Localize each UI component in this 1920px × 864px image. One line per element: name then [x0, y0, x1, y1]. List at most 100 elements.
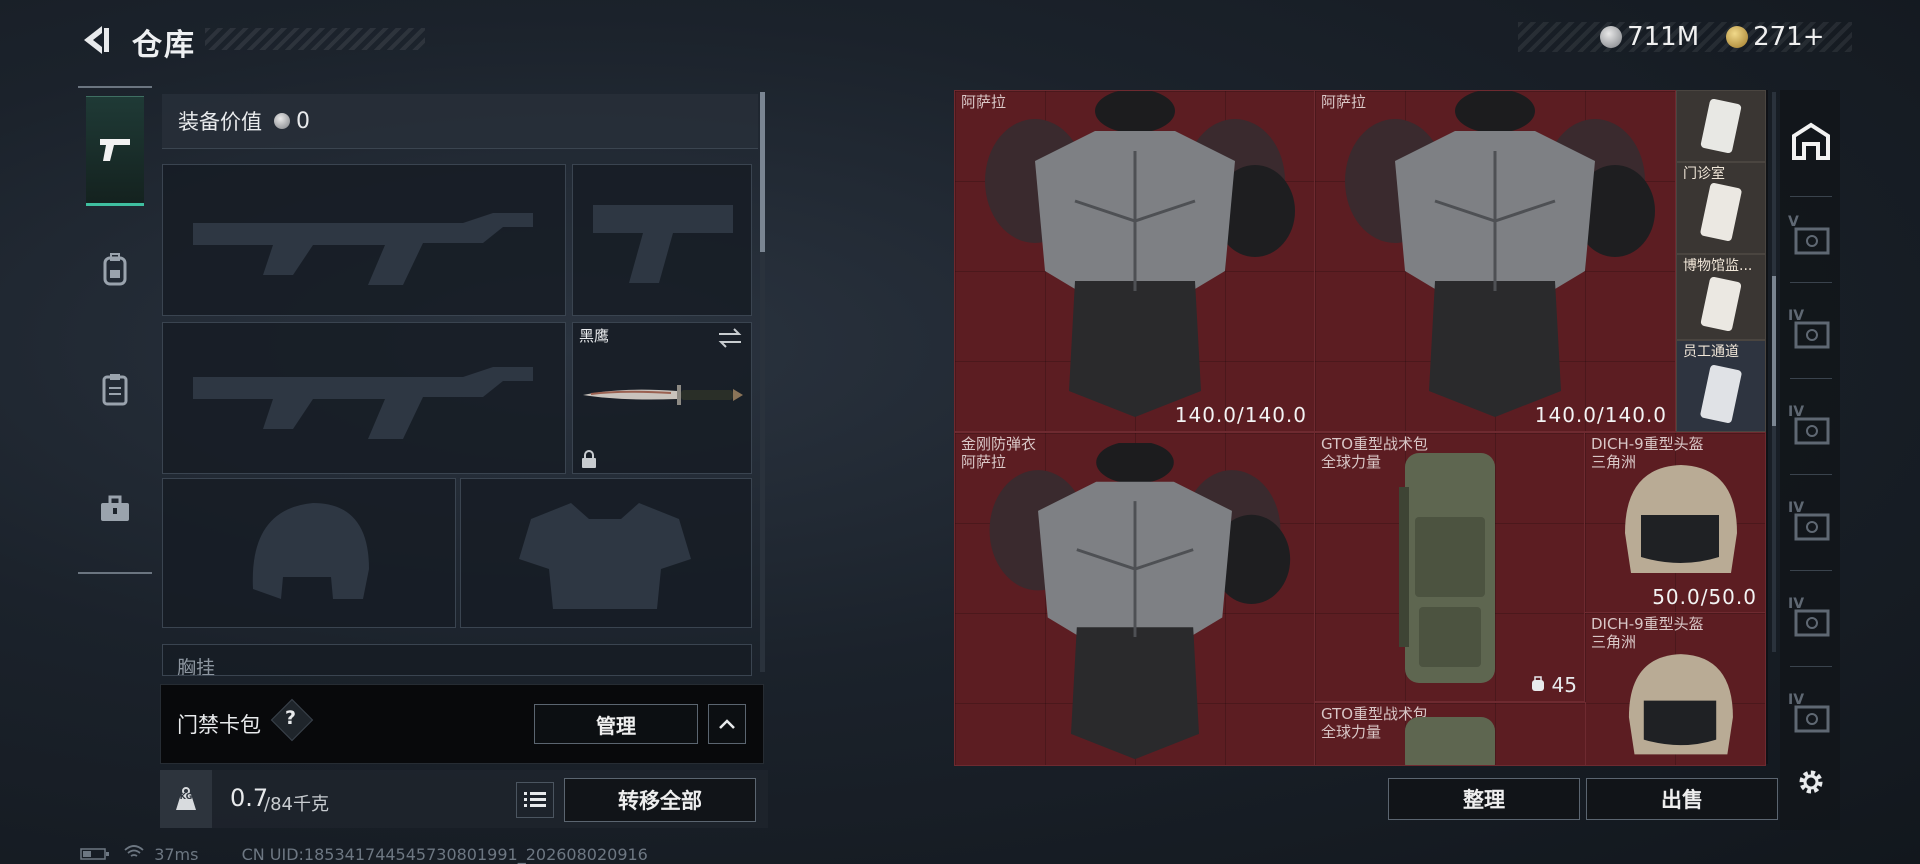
swap-icon[interactable] — [717, 327, 743, 349]
inventory-item-keycard[interactable]: 门诊室 — [1676, 162, 1766, 254]
tab-backpack[interactable] — [86, 216, 144, 322]
pistol-icon — [100, 139, 130, 161]
list-view-button[interactable] — [516, 782, 554, 818]
keycard-icon — [1700, 365, 1742, 423]
keycard-icon — [1700, 276, 1742, 332]
rail-divider — [1790, 378, 1832, 379]
silver-coin-icon — [1600, 26, 1622, 48]
warehouse-icon — [1792, 122, 1830, 160]
primary-weapon-slot[interactable] — [162, 164, 566, 316]
capacity-icon — [1532, 676, 1545, 691]
storage-tier-tab[interactable]: IV — [1786, 398, 1836, 458]
helmet-icon — [1628, 654, 1733, 755]
item-durability: 140.0/140.0 — [1174, 403, 1307, 427]
silver-coin-icon — [274, 113, 290, 129]
rifle-silhouette-icon — [193, 213, 533, 285]
manage-button[interactable]: 管理 — [534, 704, 698, 744]
item-name: 博物馆监... — [1683, 258, 1753, 274]
inventory-item-helmet[interactable]: DICH-9重型头盔 三角洲 50.0/50.0 — [1584, 432, 1766, 614]
chevron-up-icon — [719, 719, 735, 729]
backpack-capacity: 45 — [1531, 673, 1577, 697]
keycard-icon — [1700, 98, 1742, 154]
item-durability: 50.0/50.0 — [1652, 585, 1757, 609]
storage-tier-tab[interactable]: IV — [1786, 686, 1836, 746]
storage-tier-tab[interactable]: IV — [1786, 590, 1836, 650]
inventory-item-armor[interactable]: 阿萨拉 140.0/140.0 — [1314, 90, 1676, 432]
warehouse-main-tab[interactable] — [1786, 112, 1836, 172]
transfer-all-button[interactable]: 转移全部 — [564, 778, 756, 822]
pistol-silhouette-icon — [593, 205, 733, 283]
toolbox-icon — [101, 495, 129, 521]
melee-item-name: 黑鹰 — [579, 327, 610, 345]
page-title: 仓库 — [132, 28, 196, 63]
tab-weapons[interactable] — [86, 96, 144, 206]
rifle-silhouette-icon — [193, 367, 533, 439]
item-name: 员工通道 — [1683, 344, 1739, 360]
secondary-weapon-slot[interactable] — [162, 322, 566, 474]
helmet-icon — [1625, 465, 1737, 573]
back-button[interactable] — [76, 20, 116, 60]
equipment-value-label: 装备价值 — [178, 110, 262, 134]
backpack-icon — [1399, 453, 1495, 683]
inventory-item-helmet[interactable]: DICH-9重型头盔 三角洲 — [1584, 612, 1766, 766]
silver-currency[interactable]: 711M — [1600, 22, 1699, 52]
storage-tier-tab[interactable]: V — [1786, 208, 1836, 268]
tier-label: IV — [1788, 500, 1805, 516]
tier-label: IV — [1788, 308, 1805, 324]
clipboard-icon — [102, 374, 128, 406]
inventory-scroll-thumb[interactable] — [1772, 276, 1776, 426]
sell-button[interactable]: 出售 — [1586, 778, 1778, 820]
silver-amount: 711M — [1627, 22, 1700, 52]
storage-tier-tab[interactable]: IV — [1786, 302, 1836, 362]
rail-divider — [1790, 666, 1832, 667]
keycard-icon — [1700, 183, 1742, 241]
inventory-item-keycard[interactable]: 员工通道 — [1676, 340, 1766, 432]
weight-max: /84千克 — [264, 794, 329, 815]
status-bar: 37ms CN UID:185341744545730801991_202608… — [80, 844, 648, 864]
tab-toolbox[interactable] — [86, 456, 144, 562]
rail-divider — [1790, 474, 1832, 475]
gear-icon — [1799, 770, 1823, 794]
melee-slot[interactable]: 黑鹰 — [572, 322, 752, 474]
inventory-item-keycard[interactable] — [1676, 90, 1766, 162]
tier-label: IV — [1788, 596, 1805, 612]
battery-icon — [80, 848, 109, 860]
tier-label: IV — [1788, 404, 1805, 420]
inventory-item-armor[interactable]: 金刚防弹衣 阿萨拉 — [954, 432, 1316, 766]
tier-label: IV — [1788, 692, 1805, 708]
weight-icon-text: KG — [179, 792, 193, 801]
inventory-item-backpack[interactable]: GTO重型战术包 全球力量 45 — [1314, 432, 1586, 702]
collapse-button[interactable] — [708, 704, 746, 744]
armor-slot[interactable] — [460, 478, 752, 628]
inventory-item-keycard[interactable]: 博物馆监... — [1676, 254, 1766, 340]
body-armor-icon — [985, 91, 1295, 417]
tab-vest[interactable] — [86, 336, 144, 442]
user-uid: CN UID:185341744545730801991_20260802091… — [241, 845, 648, 864]
inventory-item-armor[interactable]: 阿萨拉 140.0/140.0 — [954, 90, 1316, 432]
sidearm-slot[interactable] — [572, 164, 752, 316]
armor-silhouette-icon — [519, 503, 691, 609]
backpack-icon — [1405, 717, 1495, 765]
gold-coin-icon — [1726, 26, 1748, 48]
help-icon: ? — [285, 707, 297, 729]
gold-currency[interactable]: 271+ — [1726, 22, 1825, 52]
loadout-scroll-thumb[interactable] — [760, 92, 765, 252]
storage-tier-tab[interactable]: IV — [1786, 494, 1836, 554]
lock-icon — [582, 450, 596, 468]
back-arrow-icon — [84, 26, 109, 54]
inventory-item-backpack[interactable]: GTO重型战术包 全球力量 — [1314, 702, 1586, 766]
sort-button[interactable]: 整理 — [1388, 778, 1580, 820]
chest-rig-slot[interactable]: 胸挂 — [162, 644, 752, 676]
rail-divider — [1790, 196, 1832, 197]
backpack-icon — [103, 253, 127, 286]
settings-button[interactable] — [1786, 752, 1836, 812]
helmet-silhouette-icon — [252, 503, 369, 599]
helmet-slot[interactable] — [162, 478, 456, 628]
title-decoration — [205, 28, 425, 50]
body-armor-icon — [1345, 91, 1655, 417]
ping-value: 37ms — [154, 845, 199, 864]
knife-icon — [583, 385, 743, 405]
weight-current: 0.7 — [230, 784, 269, 812]
equipment-value-amount: 0 — [296, 108, 310, 134]
capacity-value: 45 — [1551, 673, 1577, 697]
